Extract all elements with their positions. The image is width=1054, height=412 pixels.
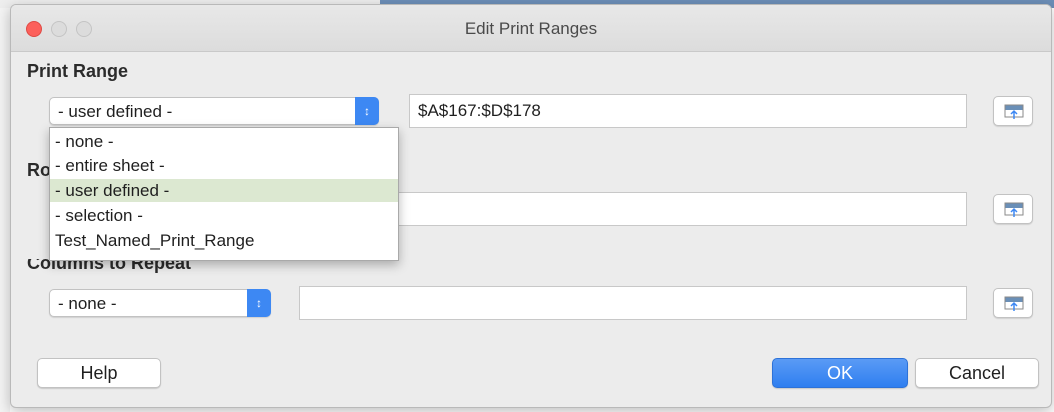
ok-button[interactable]: OK [772, 358, 908, 388]
print-range-field-value: $A$167:$D$178 [418, 101, 541, 120]
edit-print-ranges-dialog: Edit Print Ranges Print Range - user def… [10, 4, 1052, 408]
dropdown-option-none[interactable]: - none - [50, 130, 398, 153]
shrink-dialog-icon [1004, 202, 1024, 217]
shrink-dialog-icon [1004, 296, 1024, 311]
print-range-label: Print Range [27, 61, 129, 81]
print-range-dropdown-list: - none - - entire sheet - - user defined… [49, 127, 399, 261]
rows-to-repeat-field[interactable] [299, 192, 967, 226]
dropdown-option-user-defined[interactable]: - user defined - [50, 179, 398, 202]
columns-to-repeat-select-value: - none - [58, 294, 117, 313]
up-down-chevron-icon: ↕ [355, 97, 379, 125]
help-button[interactable]: Help [37, 358, 161, 388]
spreadsheet-row-headers [0, 8, 10, 412]
print-range-field[interactable]: $A$167:$D$178 [409, 94, 967, 128]
cancel-button[interactable]: Cancel [915, 358, 1039, 388]
up-down-chevron-icon: ↕ [247, 289, 271, 317]
print-range-select[interactable]: - user defined - ↕ [49, 97, 379, 125]
shrink-dialog-icon [1004, 104, 1024, 119]
print-range-select-value: - user defined - [58, 102, 173, 121]
columns-to-repeat-select[interactable]: - none - ↕ [49, 289, 271, 317]
dropdown-option-entire-sheet[interactable]: - entire sheet - [50, 154, 398, 177]
dropdown-option-named-range[interactable]: Test_Named_Print_Range [50, 229, 398, 252]
rows-to-repeat-shrink-button[interactable] [993, 194, 1033, 224]
rows-to-repeat-label: Ro [27, 160, 51, 180]
print-range-shrink-button[interactable] [993, 96, 1033, 126]
columns-to-repeat-shrink-button[interactable] [993, 288, 1033, 318]
columns-to-repeat-field[interactable] [299, 286, 967, 320]
dropdown-option-selection[interactable]: - selection - [50, 204, 398, 227]
dialog-titlebar: Edit Print Ranges [11, 5, 1051, 52]
dialog-title: Edit Print Ranges [464, 19, 598, 38]
